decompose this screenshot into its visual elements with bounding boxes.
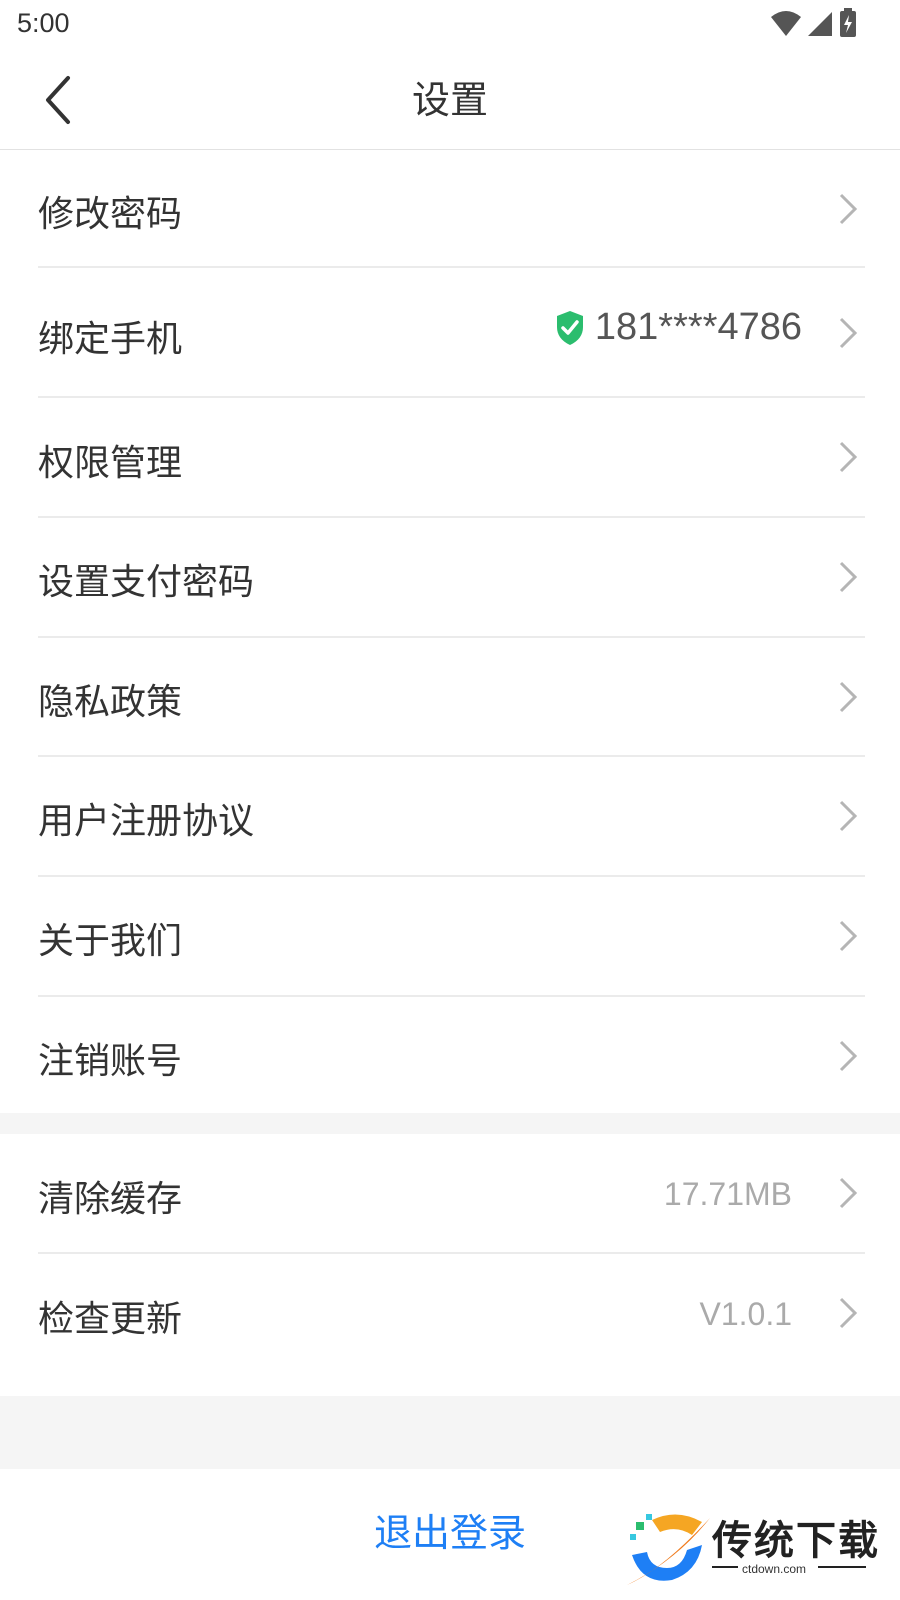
- page-title: 设置: [411, 78, 488, 122]
- chevron-right-icon: [839, 1297, 858, 1329]
- chevron-right-icon: [839, 800, 858, 832]
- chevron-right-icon: [839, 317, 858, 349]
- menu-item-label: 权限管理: [38, 443, 183, 484]
- payment-password-item[interactable]: 设置支付密码: [0, 518, 900, 636]
- verified-shield-icon: [556, 310, 583, 345]
- menu-item-label: 用户注册协议: [38, 801, 255, 842]
- clear-cache-item[interactable]: 清除缓存 17.71MB: [0, 1134, 900, 1254]
- menu-item-label: 修改密码: [38, 194, 183, 235]
- watermark-title: 传统下载: [712, 1518, 880, 1564]
- menu-item-label: 注销账号: [38, 1041, 183, 1082]
- watermark-logo-icon: [627, 1514, 710, 1585]
- menu-item-label: 设置支付密码: [38, 562, 255, 603]
- signal-icon: [808, 12, 832, 36]
- watermark-subtitle: ctdown.com: [742, 1562, 807, 1576]
- bind-phone-item[interactable]: 绑定手机 181****4786: [0, 268, 900, 398]
- chevron-right-icon: [839, 193, 858, 225]
- cache-size-value: 17.71MB: [663, 1176, 792, 1212]
- settings-group-app: 清除缓存 17.71MB 检查更新 V1.0.1: [0, 1134, 900, 1396]
- chevron-right-icon: [839, 681, 858, 713]
- change-password-item[interactable]: 修改密码: [0, 150, 900, 268]
- status-bar: 5:00: [0, 0, 900, 50]
- chevron-right-icon: [839, 1040, 858, 1072]
- app-header: 设置: [0, 50, 900, 150]
- chevron-right-icon: [839, 920, 858, 952]
- user-agreement-item[interactable]: 用户注册协议: [0, 757, 900, 875]
- privacy-policy-item[interactable]: 隐私政策: [0, 638, 900, 756]
- chevron-right-icon: [839, 441, 858, 473]
- chevron-right-icon: [839, 561, 858, 593]
- bound-phone-number: 181****4786: [594, 306, 802, 348]
- status-time: 5:00: [17, 8, 70, 38]
- chevron-right-icon: [839, 1177, 858, 1209]
- check-update-item[interactable]: 检查更新 V1.0.1: [0, 1254, 900, 1396]
- about-us-item[interactable]: 关于我们: [0, 877, 900, 995]
- divider: [712, 1566, 738, 1568]
- delete-account-item[interactable]: 注销账号: [0, 997, 900, 1113]
- battery-icon: [840, 8, 856, 37]
- permission-management-item[interactable]: 权限管理: [0, 398, 900, 516]
- menu-item-label: 隐私政策: [38, 682, 183, 723]
- app-version-value: V1.0.1: [699, 1296, 792, 1332]
- menu-item-label: 关于我们: [38, 921, 183, 962]
- menu-item-label: 清除缓存: [38, 1179, 183, 1220]
- divider: [818, 1566, 866, 1568]
- wifi-icon: [771, 11, 801, 36]
- menu-item-label: 绑定手机: [38, 319, 183, 360]
- menu-item-label: 检查更新: [38, 1299, 183, 1340]
- settings-group-account: 修改密码 绑定手机 181****4786 权限管理 设置支付密码 隐私政策 用…: [0, 150, 900, 1113]
